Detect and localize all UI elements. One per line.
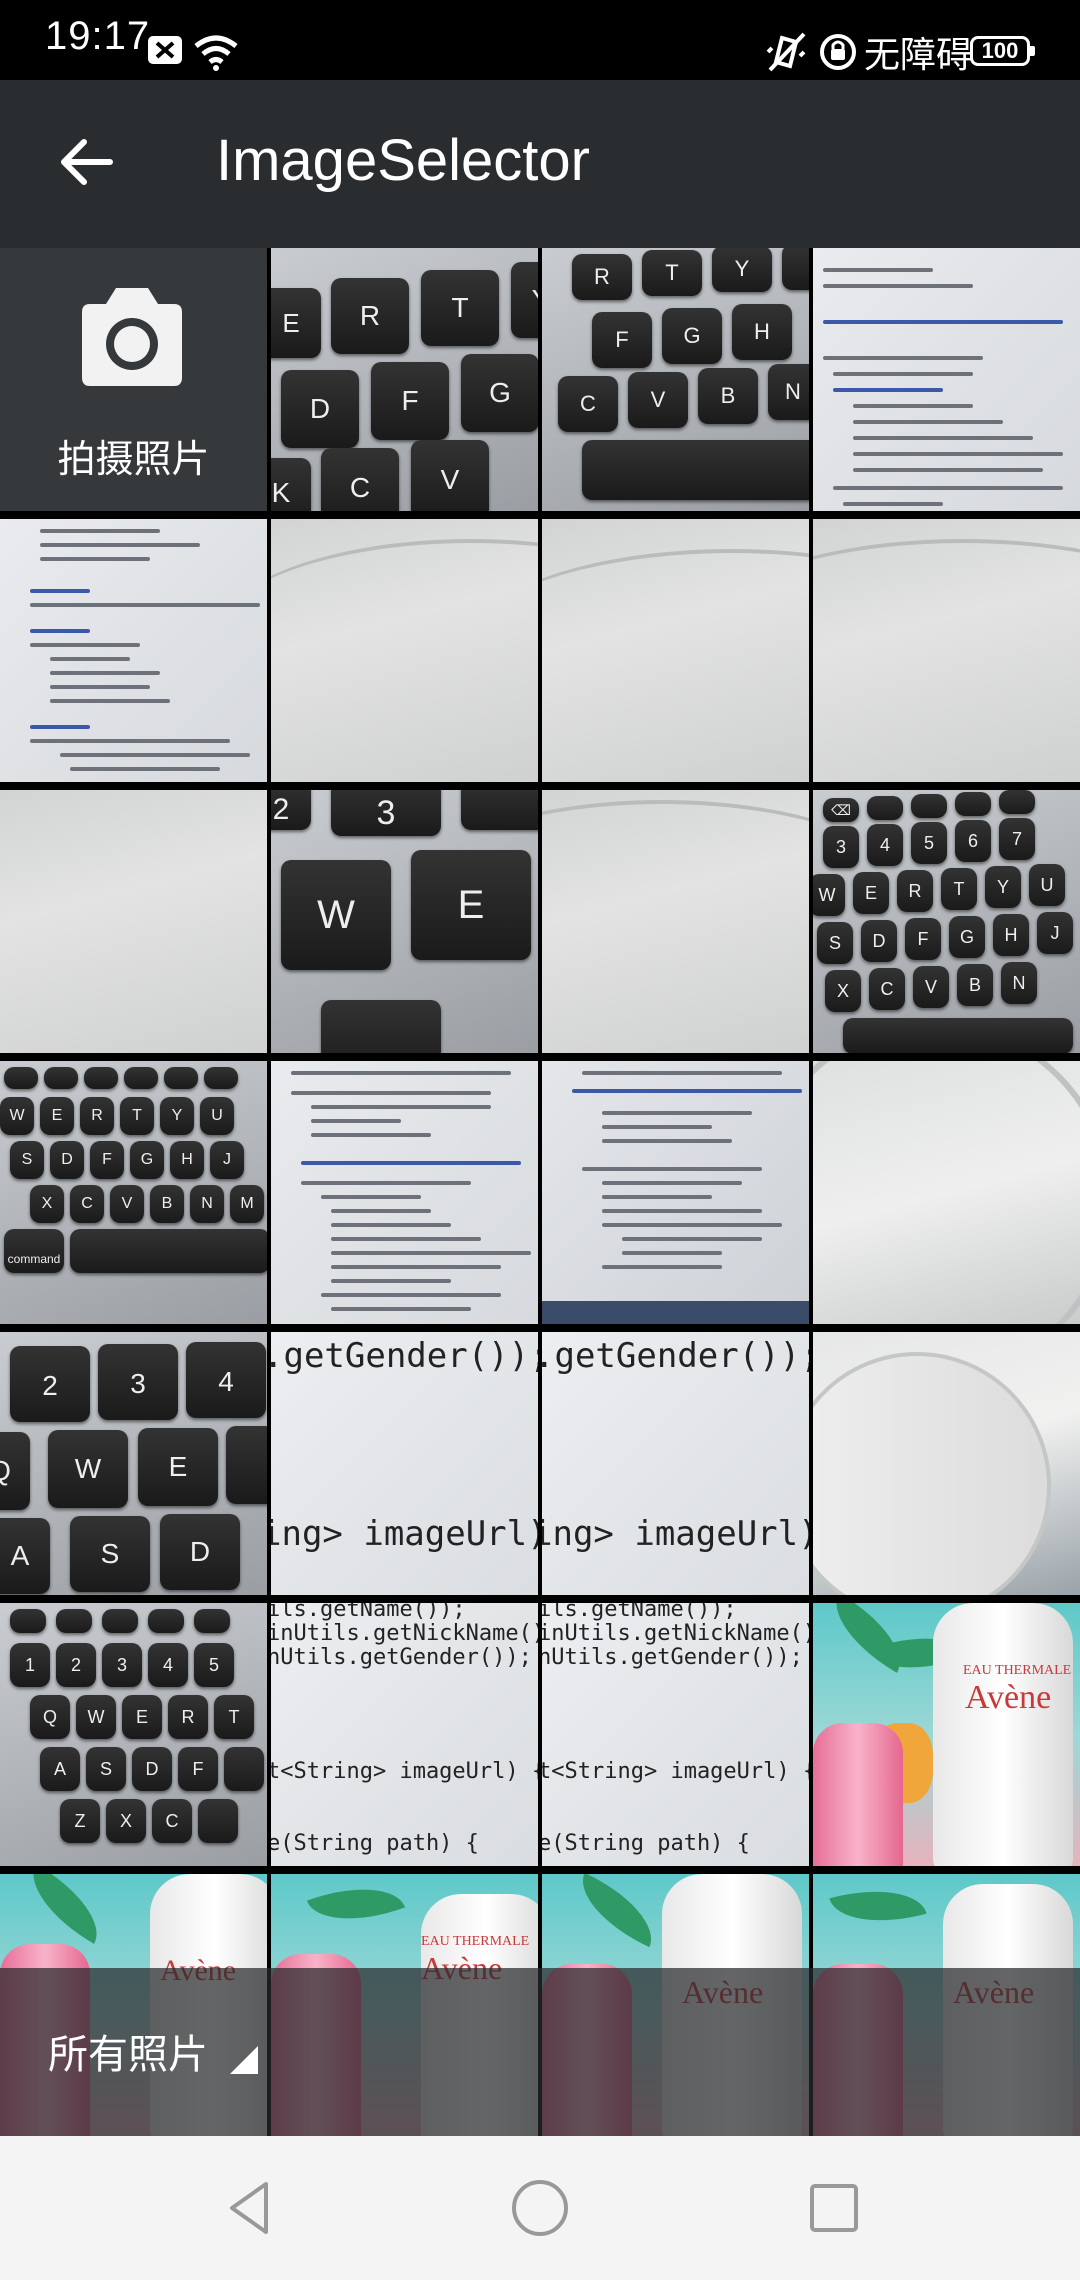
wifi-icon	[194, 35, 238, 71]
image-grid[interactable]: 拍摄照片 E R T Y D F G K C V R T Y F G H C V…	[0, 248, 1080, 2137]
take-photo-button[interactable]: 拍摄照片	[0, 248, 267, 511]
photo-thumbnail[interactable]	[813, 1332, 1080, 1595]
photo-thumbnail[interactable]	[0, 790, 267, 1053]
photo-thumbnail[interactable]: .getGender()); ing> imageUrl) {	[271, 1332, 538, 1595]
page-title: ImageSelector	[216, 128, 590, 193]
photo-thumbnail[interactable]: ils.getName()); inUtils.getNickName()); …	[542, 1603, 809, 1866]
album-selector-bar[interactable]: 所有照片	[0, 1968, 1080, 2136]
photo-thumbnail[interactable]: R T Y F G H C V B N	[542, 248, 809, 511]
camera-icon	[82, 288, 182, 386]
status-bar: 19:17 无障碍 100	[0, 0, 1080, 80]
home-circle-icon[interactable]	[508, 2176, 572, 2240]
album-name[interactable]: 所有照片	[48, 2022, 208, 2080]
photo-thumbnail[interactable]	[542, 1061, 809, 1324]
photo-thumbnail[interactable]: ⌫ 3 4 5 6 7 W E R T Y U S D F G H J X C …	[813, 790, 1080, 1053]
photo-thumbnail[interactable]	[271, 519, 538, 782]
take-photo-label: 拍摄照片	[57, 437, 210, 481]
lock-rotation-icon	[820, 34, 856, 70]
photo-thumbnail[interactable]: 2 3 W E	[271, 790, 538, 1053]
accessibility-status: 无障碍	[864, 35, 973, 76]
back-triangle-icon[interactable]	[218, 2176, 282, 2240]
vibrate-icon	[766, 32, 806, 72]
system-nav-bar	[0, 2136, 1080, 2280]
photo-thumbnail[interactable]	[813, 1061, 1080, 1324]
photo-thumbnail[interactable]: ils.getName()); inUtils.getNickName()); …	[271, 1603, 538, 1866]
photo-thumbnail[interactable]	[813, 519, 1080, 782]
recents-square-icon[interactable]	[802, 2176, 866, 2240]
arrow-back-icon[interactable]	[44, 120, 128, 204]
photo-thumbnail[interactable]: 2 3 4 Q W E A S D	[0, 1332, 267, 1595]
dropdown-triangle-icon[interactable]	[230, 2046, 258, 2074]
status-time: 19:17	[45, 14, 151, 58]
photo-thumbnail[interactable]	[813, 248, 1080, 511]
battery-indicator: 100	[970, 36, 1035, 66]
photo-thumbnail[interactable]	[542, 790, 809, 1053]
photo-thumbnail[interactable]	[542, 519, 809, 782]
photo-thumbnail[interactable]: E R T Y D F G K C V	[271, 248, 538, 511]
photo-thumbnail[interactable]	[0, 519, 267, 782]
photo-thumbnail[interactable]: EAU THERMALE Avène	[813, 1603, 1080, 1866]
photo-thumbnail[interactable]: 1 2 3 4 5 Q W E R T A S D F Z X C	[0, 1603, 267, 1866]
notification-x-icon	[148, 36, 182, 64]
photo-thumbnail[interactable]: W E R T Y U S D F G H J X C V B N M comm…	[0, 1061, 267, 1324]
photo-thumbnail[interactable]	[271, 1061, 538, 1324]
app-bar: ImageSelector	[0, 80, 1080, 248]
photo-thumbnail[interactable]: .getGender()); ing> imageUrl) {	[542, 1332, 809, 1595]
